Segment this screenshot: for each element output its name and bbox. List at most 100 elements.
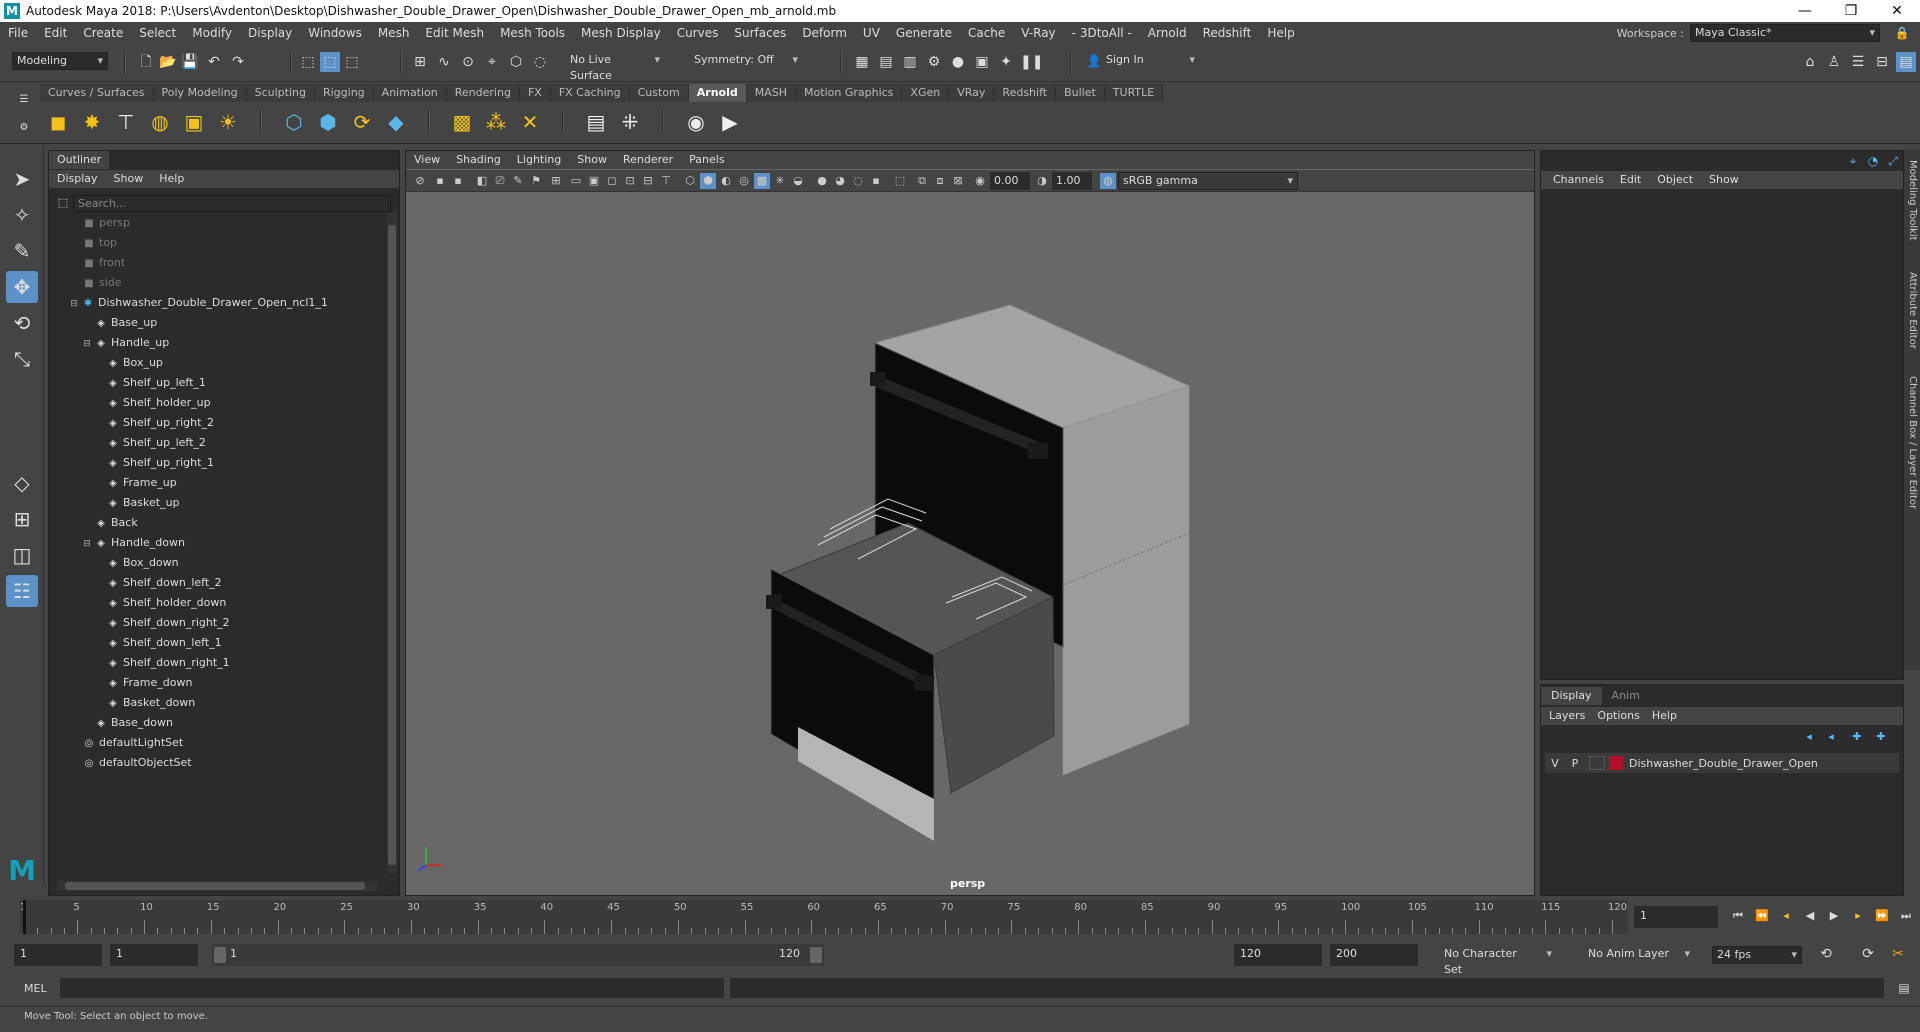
workspace-dropdown[interactable]: Maya Classic* [1690,24,1880,42]
vp-menu-show[interactable]: Show [569,151,615,169]
side-tab-attribute-editor[interactable]: Attribute Editor [1906,272,1918,349]
lock-icon[interactable]: 🔒 [1892,23,1912,43]
new-layer-icon[interactable]: ✚ [1847,727,1867,747]
command-input[interactable] [60,978,724,998]
playblast-icon[interactable]: ▶ [716,108,744,136]
scrollbar-thumb[interactable] [388,225,396,865]
start-time-field[interactable]: 1 [14,944,102,966]
lasso-tool-icon[interactable]: ✧ [6,199,38,231]
script-editor-icon[interactable]: ▤ [1894,978,1914,998]
le-menu-layers[interactable]: Layers [1543,707,1591,725]
layer-visibility-toggle[interactable]: V [1545,757,1565,770]
outliner-menu-display[interactable]: Display [49,170,106,188]
photometric-light-icon[interactable]: ⊤ [112,108,140,136]
default-material-icon[interactable]: ◐ [718,173,734,189]
menu-3dtoall[interactable]: - 3DtoAll - [1064,22,1140,44]
shelf-tab-curves-surfaces[interactable]: Curves / Surfaces [40,84,154,102]
use-all-lights-icon[interactable]: ✳ [772,173,788,189]
scrollbar-thumb[interactable] [65,882,365,890]
move-tool-icon[interactable]: ✥ [6,271,38,303]
live-surface-dropdown[interactable]: No Live Surface [566,52,664,82]
step-forward-frame-icon[interactable]: ▸ [1848,906,1868,926]
menu-mesh-display[interactable]: Mesh Display [573,22,669,44]
shelf-tab-fx[interactable]: FX [519,84,551,102]
outliner-item-shelf-holder-down[interactable]: ◈ Shelf_holder_down [49,593,387,613]
current-frame-field[interactable]: 1 [1634,906,1718,928]
field-chart-icon[interactable]: ⊡ [622,173,638,189]
outliner-item-root-group[interactable]: ⊟ ✱ Dishwasher_Double_Drawer_Open_ncl1_1 [49,293,387,313]
layer-type-toggle[interactable] [1589,756,1605,770]
shelf-tab-bullet[interactable]: Bullet [1056,84,1105,102]
new-scene-icon[interactable]: 🗋 [136,52,156,72]
select-tool-icon[interactable]: ➤ [6,163,38,195]
save-scene-icon[interactable]: 💾 [180,52,200,72]
outliner-vscrollbar[interactable] [387,213,397,873]
create-volume-icon[interactable]: ⬡ [280,108,308,136]
outliner-item-shelf-up-left-1[interactable]: ◈ Shelf_up_left_1 [49,373,387,393]
channel-box-toggle-icon[interactable]: ⌖ [1843,151,1863,171]
color-management-icon[interactable]: ◍ [1100,173,1116,189]
render-setup-icon[interactable]: ▣ [972,52,992,72]
snap-point-icon[interactable]: ⊙ [458,52,478,72]
auto-key-icon[interactable]: ⟳ [1858,944,1878,964]
render-frame-icon[interactable]: ▤ [876,52,896,72]
outliner-item-base-down[interactable]: ◈ Base_down [49,713,387,733]
outliner-item-shelf-up-right-1[interactable]: ◈ Shelf_up_right_1 [49,453,387,473]
outliner-item-back[interactable]: ◈ Back [49,513,387,533]
shelf-tab-turtle[interactable]: TURTLE [1104,84,1164,102]
menu-surfaces[interactable]: Surfaces [726,22,794,44]
shelf-tab-mash[interactable]: MASH [746,84,797,102]
snap-surface-icon[interactable]: ⬡ [506,52,526,72]
channel-box-icon[interactable]: ▤ [1896,52,1916,72]
xray-icon[interactable]: ⧉ [914,173,930,189]
two-view-icon[interactable]: ◫ [6,539,38,571]
motion-blur-icon[interactable]: ◕ [832,173,848,189]
smooth-shade-icon[interactable]: ⬢ [700,173,716,189]
gamma-icon[interactable]: ◑ [1034,173,1050,189]
menu-edit[interactable]: Edit [36,22,75,44]
range-bar[interactable]: 1 120 [212,944,824,966]
outliner-layout-icon[interactable]: ☷ [6,575,38,607]
menu-deform[interactable]: Deform [794,22,855,44]
outliner-item-basket-down[interactable]: ◈ Basket_down [49,693,387,713]
cb-menu-object[interactable]: Object [1649,171,1701,189]
layer-tab-display[interactable]: Display [1541,687,1602,705]
wireframe-on-shaded-icon[interactable]: ◎ [736,173,752,189]
wireframe-icon[interactable]: ⬡ [682,173,698,189]
go-to-end-icon[interactable]: ⏭ [1896,906,1916,926]
light-portal-icon[interactable]: ▣ [180,108,208,136]
layer-color-swatch[interactable] [1609,756,1623,770]
menu-display[interactable]: Display [240,22,300,44]
camera-attributes-icon[interactable]: ▪ [432,173,448,189]
open-scene-icon[interactable]: 📂 [158,52,178,72]
lock-camera-icon[interactable]: ⚑ [528,173,544,189]
flush-background-icon[interactable]: ✕ [516,108,544,136]
shelf-tab-motion-graphics[interactable]: Motion Graphics [796,84,903,102]
outliner-item-handle-down[interactable]: ⊟ ◈ Handle_down [49,533,387,553]
view-transform-dropdown[interactable]: sRGB gamma [1118,172,1298,190]
outliner-item-shelf-down-right-2[interactable]: ◈ Shelf_down_right_2 [49,613,387,633]
shelf-tab-poly-modeling[interactable]: Poly Modeling [153,84,247,102]
ipr-render-icon[interactable]: ▥ [900,52,920,72]
rotate-tool-icon[interactable]: ⟲ [6,307,38,339]
le-menu-options[interactable]: Options [1591,707,1645,725]
menu-uv[interactable]: UV [855,22,888,44]
move-layer-up-icon[interactable]: ◂ [1799,727,1819,747]
backface-icon[interactable]: ⊠ [950,173,966,189]
collapse-icon[interactable]: ⊟ [82,334,92,354]
outliner-item-persp[interactable]: ■ persp [49,213,387,233]
vp-menu-renderer[interactable]: Renderer [615,151,681,169]
le-menu-help[interactable]: Help [1646,707,1683,725]
grid-toggle-icon[interactable]: ⊞ [548,173,564,189]
outliner-item-shelf-up-right-2[interactable]: ◈ Shelf_up_right_2 [49,413,387,433]
anim-layer-dropdown[interactable]: No Anim Layer [1584,946,1694,964]
tx-manager-icon[interactable]: ▤ [582,108,610,136]
outliner-menu-help[interactable]: Help [151,170,192,188]
standin-icon[interactable]: ⬢ [314,108,342,136]
end-time-field[interactable]: 200 [1330,944,1418,966]
cb-menu-channels[interactable]: Channels [1545,171,1612,189]
resolution-gate-icon[interactable]: ▣ [586,173,602,189]
mode-dropdown[interactable]: Modeling [12,52,108,70]
select-component-icon[interactable]: ⬚ [342,52,362,72]
outliner-item-front[interactable]: ■ front [49,253,387,273]
